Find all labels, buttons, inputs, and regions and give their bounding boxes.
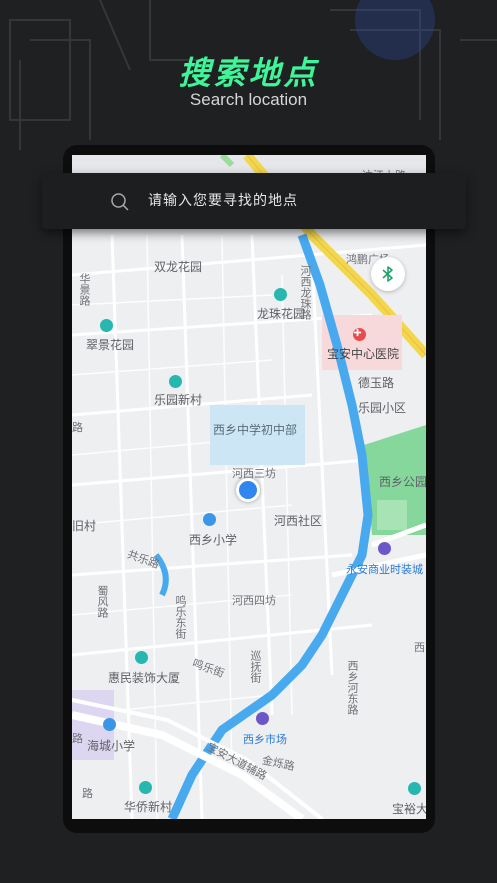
residential-poi-icon[interactable] <box>408 782 421 795</box>
map-label: 巡抚街 <box>249 650 262 683</box>
map-label: 双龙花园 <box>154 260 203 274</box>
map-label: 西乡市场 <box>243 733 287 746</box>
map-label: 西乡公园 <box>379 475 426 489</box>
map-label: 蜀风路 <box>96 585 109 618</box>
hospital-poi-icon[interactable] <box>353 328 366 341</box>
map-label: 海城小学 <box>87 739 136 753</box>
map-label: 路 <box>82 787 93 800</box>
map-label: 西 <box>414 641 425 654</box>
map-label: 宝安中心医院 <box>327 347 400 361</box>
map-label: 河西四坊 <box>232 594 276 607</box>
school-poi-icon[interactable] <box>103 718 116 731</box>
page-subtitle: Search location <box>189 90 308 109</box>
map-label: 河西三坊 <box>232 467 276 480</box>
page-title: 搜索地点 <box>178 54 319 92</box>
map-label: 西乡河东路 <box>346 660 359 715</box>
residential-poi-icon[interactable] <box>169 375 182 388</box>
map-label: 西乡中学初中部 <box>213 423 298 437</box>
map-label: 翠景花园 <box>86 338 135 352</box>
map-label: 永安商业时装城 <box>346 563 423 576</box>
map-view[interactable]: 达江上路 鸿鹏广场 双龙花园 龙珠花园 华景路 翠景花园 乐园新村 河西龙珠路 … <box>72 155 426 819</box>
map-label: 旧村 <box>72 519 97 533</box>
shopping-poi-icon[interactable] <box>378 542 391 555</box>
residential-poi-icon[interactable] <box>274 288 287 301</box>
search-input[interactable] <box>148 173 448 229</box>
current-location-icon <box>236 478 260 502</box>
map-label: 德玉路 <box>358 376 395 390</box>
market-poi-icon[interactable] <box>256 712 269 725</box>
map-label: 西乡小学 <box>189 533 238 547</box>
map-label: 宝裕大 <box>392 802 426 816</box>
bluetooth-button[interactable] <box>371 257 405 291</box>
map-label: 华景路 <box>78 273 91 306</box>
map-label: 路 <box>72 732 83 745</box>
building-poi-icon[interactable] <box>135 651 148 664</box>
map-label: 乐园新村 <box>154 393 203 407</box>
map-label: 河西社区 <box>274 514 323 528</box>
school-poi-icon[interactable] <box>203 513 216 526</box>
map-label: 惠民装饰大厦 <box>108 671 181 685</box>
map-label: 路 <box>72 421 83 434</box>
map-label: 乐园小区 <box>358 401 407 415</box>
search-icon <box>111 193 129 211</box>
map-label: 鸣乐东街 <box>174 595 187 639</box>
map-label: 河西龙珠路 <box>299 265 312 320</box>
bluetooth-icon <box>382 266 393 282</box>
residential-poi-icon[interactable] <box>139 781 152 794</box>
residential-poi-icon[interactable] <box>100 319 113 332</box>
search-bar[interactable] <box>42 173 466 229</box>
map-label: 华侨新村 <box>124 800 173 814</box>
